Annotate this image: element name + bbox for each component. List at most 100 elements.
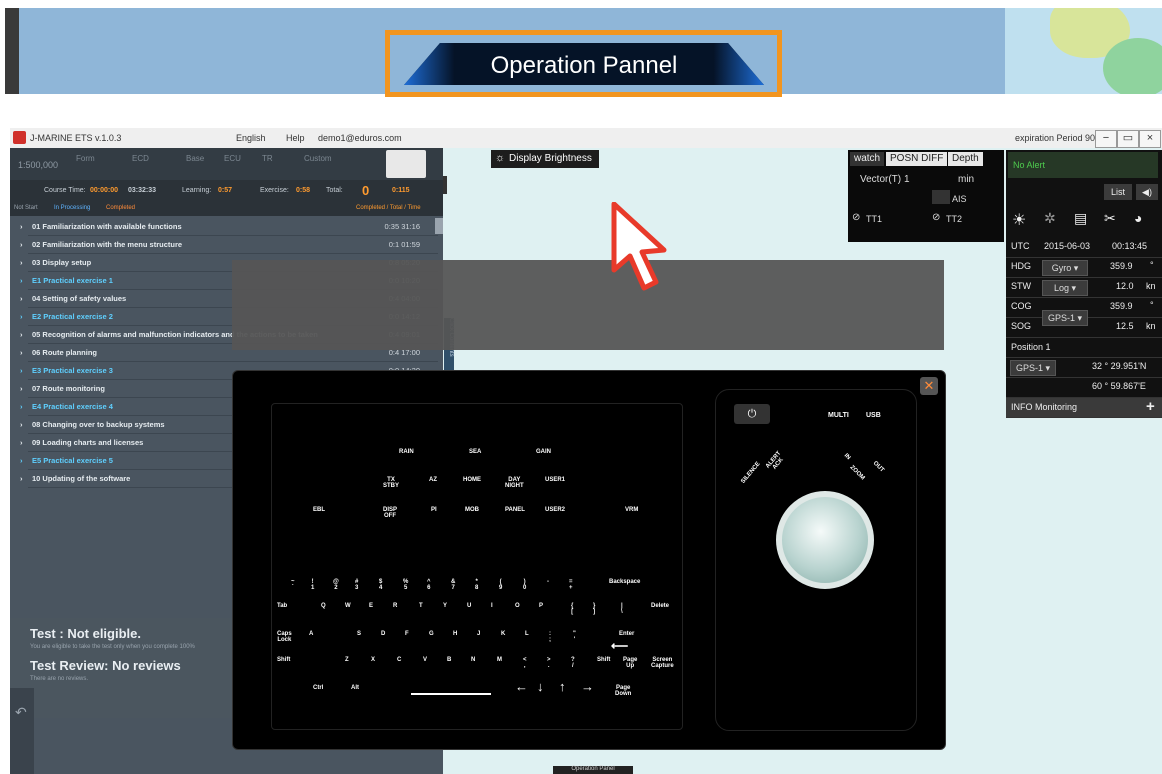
key[interactable]: ^ 6 xyxy=(427,579,431,591)
key[interactable]: SEA xyxy=(469,449,481,455)
key[interactable]: ? / xyxy=(571,657,575,669)
undo-icon[interactable]: ↶ xyxy=(15,704,27,721)
key[interactable]: USER1 xyxy=(545,477,565,483)
key[interactable]: V xyxy=(423,657,427,663)
display-brightness-button[interactable]: ☼ Display Brightness xyxy=(491,150,599,168)
instructor-icon[interactable] xyxy=(386,150,426,178)
tab-custom[interactable]: Custom xyxy=(304,154,332,163)
tab-ecd[interactable]: ECD xyxy=(132,154,149,163)
key[interactable]: E xyxy=(369,603,373,609)
key[interactable]: B xyxy=(447,657,451,663)
key[interactable]: TX STBY xyxy=(383,477,399,489)
key[interactable]: MOB xyxy=(465,507,479,513)
arrow-right-icon[interactable]: → xyxy=(581,679,594,694)
key[interactable]: { [ xyxy=(571,603,573,615)
tab-tr[interactable]: TR xyxy=(262,154,273,163)
key[interactable]: I xyxy=(491,603,493,609)
key[interactable]: PANEL xyxy=(505,507,525,513)
speaker-icon[interactable]: ◀) xyxy=(1136,184,1158,200)
key[interactable]: PI xyxy=(431,507,437,513)
menu-language[interactable]: English xyxy=(236,133,266,143)
tab-ecu[interactable]: ECU xyxy=(224,154,241,163)
key[interactable]: Enter xyxy=(619,631,634,637)
layers-icon[interactable]: ▤ xyxy=(1074,210,1087,227)
key[interactable]: Page Up xyxy=(623,657,637,669)
chat-icon[interactable]: ◕ xyxy=(1134,210,1142,226)
space-key[interactable] xyxy=(411,693,491,695)
key[interactable]: Page Down xyxy=(615,685,631,697)
key[interactable]: USER2 xyxy=(545,507,565,513)
plus-icon[interactable]: + xyxy=(1146,398,1155,415)
key[interactable]: ( 9 xyxy=(499,579,502,591)
key[interactable]: ) 0 xyxy=(523,579,526,591)
key[interactable]: P xyxy=(539,603,543,609)
key[interactable]: Ctrl xyxy=(313,685,323,691)
key[interactable]: AZ xyxy=(429,477,437,483)
key[interactable]: Shift xyxy=(597,657,610,663)
tab-depth[interactable]: Depth xyxy=(948,152,983,166)
ais-icon[interactable] xyxy=(932,190,950,204)
key[interactable]: # 3 xyxy=(355,579,358,591)
key[interactable]: U xyxy=(467,603,471,609)
key[interactable]: C xyxy=(397,657,401,663)
tab-form[interactable]: Form xyxy=(76,154,95,163)
course-list-item[interactable]: › 01 Familiarization with available func… xyxy=(20,218,438,236)
key[interactable]: RAIN xyxy=(399,449,414,455)
key[interactable]: O xyxy=(515,603,520,609)
key[interactable]: Shift xyxy=(277,657,290,663)
close-window-button[interactable]: × xyxy=(1139,130,1161,148)
minimize-button[interactable]: − xyxy=(1095,130,1117,148)
key[interactable]: Delete xyxy=(651,603,669,609)
key[interactable]: T xyxy=(419,603,423,609)
key[interactable]: X xyxy=(371,657,375,663)
key[interactable]: Caps Lock xyxy=(277,631,292,643)
list-button[interactable]: List xyxy=(1104,184,1132,200)
key[interactable]: } ] xyxy=(593,603,595,615)
key[interactable]: L xyxy=(525,631,529,637)
key[interactable]: G xyxy=(429,631,434,637)
tt1-icon[interactable]: ⊘ xyxy=(852,212,860,223)
key[interactable]: F xyxy=(405,631,409,637)
key[interactable]: * 8 xyxy=(475,579,478,591)
key[interactable]: N xyxy=(471,657,475,663)
brightness-icon[interactable]: ☀ xyxy=(1012,210,1026,230)
tab-base[interactable]: Base xyxy=(186,154,204,163)
key[interactable]: DAY NIGHT xyxy=(505,477,524,489)
zoom-in-key[interactable]: IN xyxy=(843,453,851,461)
trackball[interactable] xyxy=(776,491,874,589)
key[interactable]: | \ xyxy=(621,603,623,615)
stw-source-select[interactable]: Log ▾ xyxy=(1042,280,1088,296)
arrow-left-icon[interactable]: ← xyxy=(515,679,528,694)
key[interactable]: - xyxy=(547,579,549,585)
key[interactable]: Screen Capture xyxy=(651,657,674,669)
key[interactable]: Y xyxy=(443,603,447,609)
key[interactable]: < , xyxy=(523,657,527,669)
silence-key[interactable]: SILENCE xyxy=(740,461,761,485)
key[interactable]: Q xyxy=(321,603,326,609)
key[interactable]: R xyxy=(393,603,397,609)
key[interactable]: Z xyxy=(345,657,349,663)
key[interactable]: DISP OFF xyxy=(383,507,397,519)
key[interactable]: GAIN xyxy=(536,449,551,455)
position-source-select[interactable]: GPS-1 ▾ xyxy=(1010,360,1056,376)
operation-panel-button[interactable]: Operation Pannel xyxy=(404,43,764,85)
multi-key[interactable]: MULTI xyxy=(828,412,849,419)
key[interactable]: ~ ` xyxy=(291,579,295,591)
tab-posn-diff[interactable]: POSN DIFF xyxy=(886,152,948,166)
menu-help[interactable]: Help xyxy=(286,133,305,143)
tab-watch[interactable]: watch xyxy=(850,152,885,166)
key[interactable]: Tab xyxy=(277,603,287,609)
menu-user[interactable]: demo1@eduros.com xyxy=(318,133,402,143)
key[interactable]: ! 1 xyxy=(311,579,314,591)
zoom-out-key[interactable]: OUT xyxy=(872,460,885,473)
key[interactable]: $ 4 xyxy=(379,579,382,591)
key[interactable]: H xyxy=(453,631,457,637)
info-monitoring-bar[interactable]: INFO Monitoring + xyxy=(1006,398,1162,418)
key[interactable]: S xyxy=(357,631,361,637)
alert-ack-key[interactable]: ALERT ACK xyxy=(765,450,787,473)
key[interactable]: EBL xyxy=(313,507,325,513)
key[interactable]: K xyxy=(501,631,505,637)
key[interactable]: W xyxy=(345,603,351,609)
key[interactable]: M xyxy=(497,657,502,663)
scrollbar-thumb[interactable] xyxy=(435,218,443,234)
